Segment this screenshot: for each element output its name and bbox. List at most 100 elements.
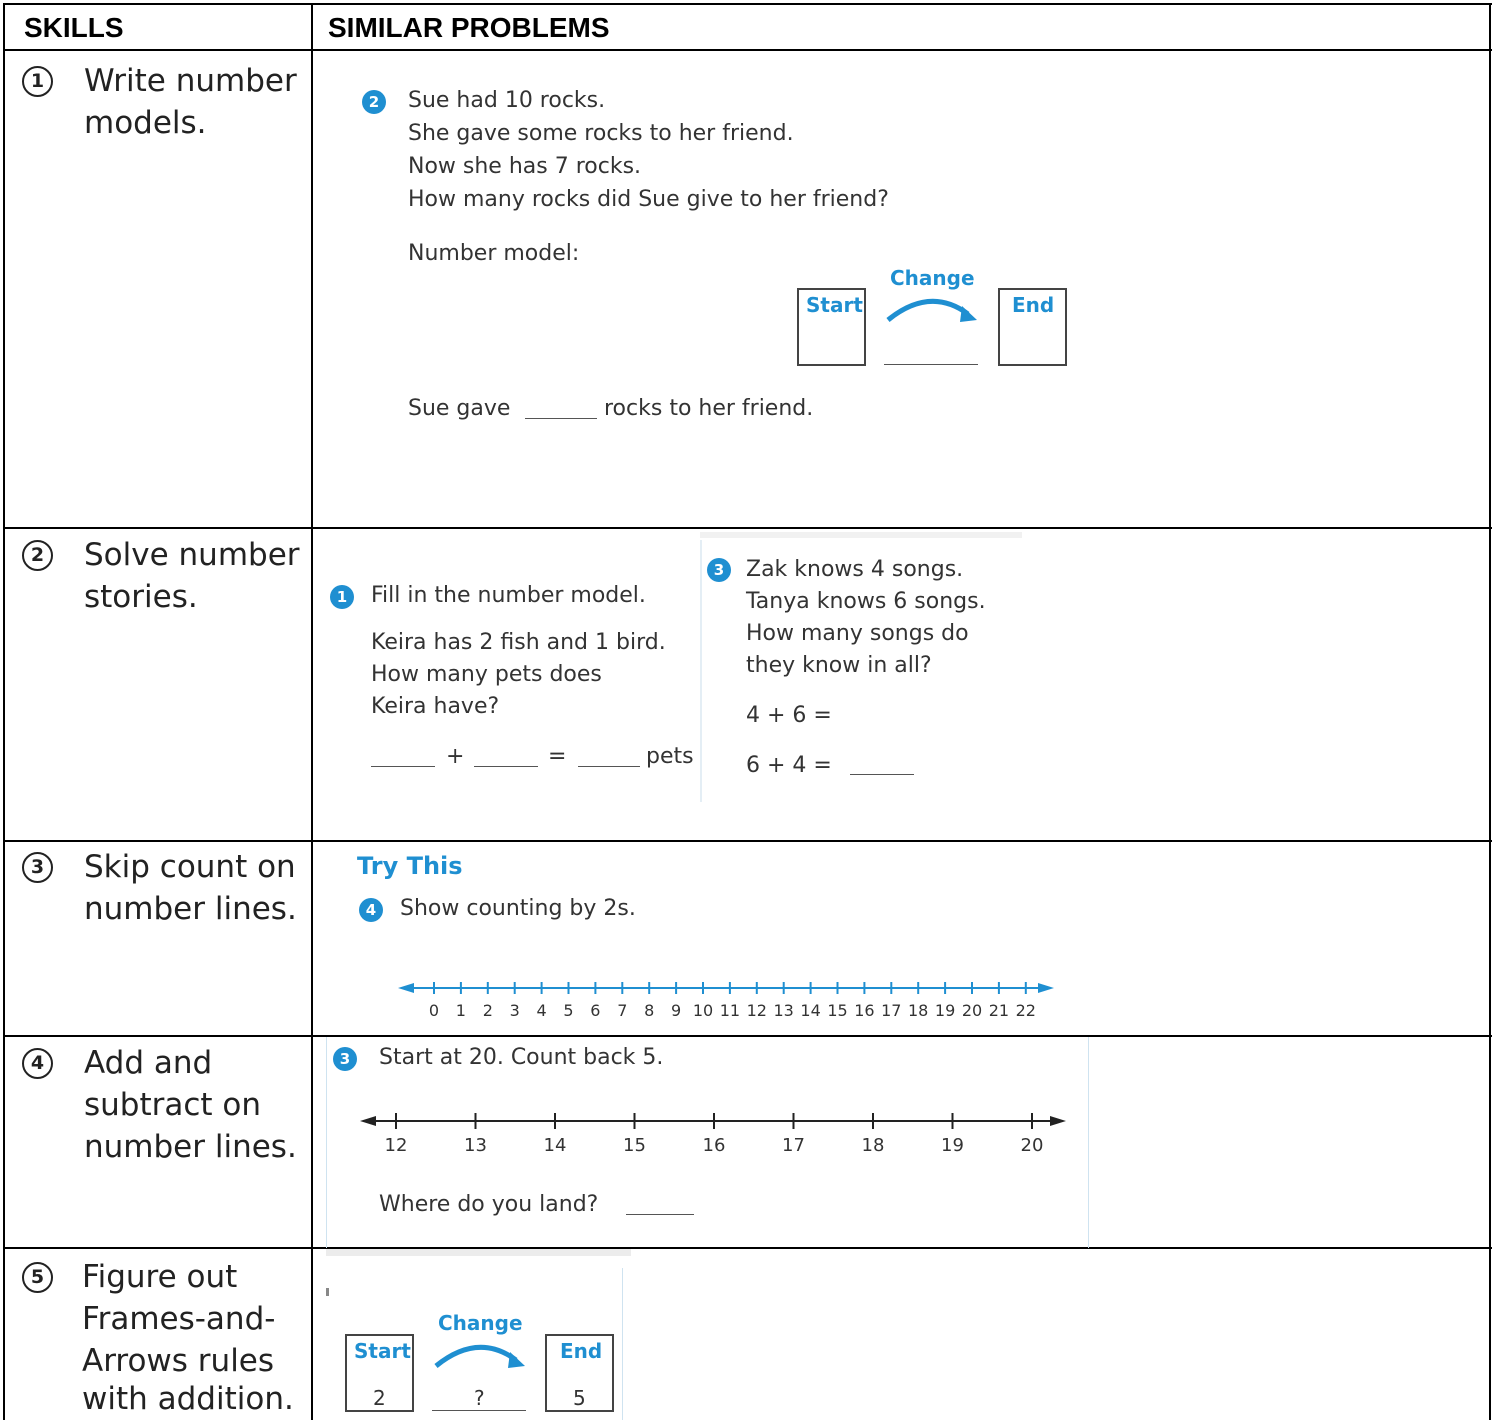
arrowhead-icon <box>1050 1116 1066 1126</box>
problem-number-badge: 4 <box>359 898 383 922</box>
problem-line: How many rocks did Sue give to her frien… <box>408 187 889 212</box>
tick-label: 19 <box>941 1135 964 1156</box>
instruction-text: Fill in the number model. <box>371 583 646 608</box>
problem-number-badge: 1 <box>330 585 354 609</box>
tick-label: 8 <box>644 1001 655 1020</box>
plus-sign: + <box>446 744 465 769</box>
skill-line: subtract on <box>84 1087 262 1123</box>
skills-header: SKILLS <box>24 12 124 43</box>
end-label: End <box>1012 293 1055 317</box>
panel-divider <box>700 540 702 802</box>
skill-line: Arrows rules <box>82 1343 275 1379</box>
tick-label: 12 <box>384 1135 408 1156</box>
start-value: 2 <box>373 1386 386 1410</box>
sum-blank[interactable] <box>578 766 640 767</box>
answer-blank[interactable] <box>626 1214 694 1215</box>
skill-line: with addition. <box>82 1381 294 1417</box>
problem-line: How many pets does <box>371 662 602 687</box>
equation: 4 + 6 = <box>746 703 832 728</box>
question-text: Where do you land? <box>379 1192 599 1217</box>
stray-mark <box>326 1288 329 1296</box>
skill-number: 2 <box>22 540 53 571</box>
end-label: End <box>560 1339 603 1363</box>
problem-number-badge: 3 <box>707 558 731 582</box>
answer-blank[interactable] <box>525 418 597 419</box>
tick-label: 14 <box>800 1001 821 1020</box>
skill-line: number lines. <box>84 1129 297 1165</box>
tick-label: 12 <box>746 1001 767 1020</box>
tick-label: 18 <box>908 1001 929 1020</box>
table-border-right <box>1489 3 1491 1420</box>
change-label: Change <box>438 1311 523 1335</box>
tick-label: 15 <box>827 1001 848 1020</box>
tick-label: 0 <box>428 1001 440 1020</box>
number-model-label: Number model: <box>408 241 580 266</box>
tick-label: 6 <box>590 1001 601 1020</box>
row-divider-2 <box>3 840 1492 842</box>
change-rule-blank[interactable] <box>884 364 978 365</box>
tick-label: 13 <box>464 1135 487 1156</box>
problem-line: Zak knows 4 songs. <box>746 557 964 582</box>
tick-label: 17 <box>782 1135 805 1156</box>
unit-label: pets <box>646 744 694 769</box>
answer-blank[interactable] <box>850 774 914 775</box>
answer-suffix: rocks to her friend. <box>604 396 814 421</box>
problem-line: Keira has 2 fish and 1 bird. <box>371 630 666 655</box>
tick-label: 19 <box>934 1001 956 1020</box>
tick-label: 1 <box>455 1001 466 1020</box>
tick-label: 11 <box>719 1001 741 1020</box>
end-value: 5 <box>573 1386 586 1410</box>
table-border-top <box>3 3 1492 5</box>
arrowhead-icon <box>1038 983 1054 993</box>
instruction-text: Start at 20. Count back 5. <box>379 1045 664 1070</box>
tick-label: 5 <box>563 1001 574 1020</box>
problem-line: they know in all? <box>746 653 932 678</box>
tick-label: 21 <box>988 1001 1010 1020</box>
row-divider-1 <box>3 527 1492 529</box>
skill-line: Solve number <box>84 537 300 573</box>
problem-line: How many songs do <box>746 621 969 646</box>
start-label: Start <box>354 1339 411 1363</box>
problem-line: Sue had 10 rocks. <box>408 88 606 113</box>
column-divider <box>311 3 313 1420</box>
skill-line: Add and <box>84 1045 213 1081</box>
arrowhead-icon <box>398 983 414 993</box>
equation: 6 + 4 = <box>746 753 832 778</box>
skill-line: Skip count on <box>84 849 296 885</box>
problem-number-badge: 3 <box>333 1047 357 1071</box>
number-line-0-22 <box>398 982 1054 994</box>
cropped-panel-right-edge <box>622 1268 623 1420</box>
tick-label: 16 <box>702 1135 726 1156</box>
tick-label: 2 <box>482 1001 493 1020</box>
header-divider <box>3 49 1492 51</box>
skill-number: 3 <box>22 852 53 883</box>
table-border-left <box>3 3 5 1420</box>
skill-number: 5 <box>22 1262 53 1293</box>
tick-label: 20 <box>1020 1135 1044 1156</box>
number-line-12-20 <box>360 1113 1066 1129</box>
change-value: ? <box>474 1386 485 1410</box>
tick-label: 14 <box>543 1135 567 1156</box>
problem-line: Now she has 7 rocks. <box>408 154 642 179</box>
tick-label: 15 <box>623 1135 646 1156</box>
arrow-icon <box>434 1345 525 1368</box>
skill-line: Write number <box>84 63 297 99</box>
skill-line: Frames-and- <box>82 1301 276 1337</box>
cropped-panel-top-edge <box>326 1249 631 1256</box>
tick-label: 10 <box>692 1001 714 1020</box>
arrowhead-icon <box>360 1116 376 1126</box>
start-label: Start <box>806 293 863 317</box>
skill-number: 1 <box>22 66 53 97</box>
addend-blank[interactable] <box>371 766 435 767</box>
problem-line: She gave some rocks to her friend. <box>408 121 794 146</box>
addend-blank[interactable] <box>474 766 538 767</box>
tick-label: 22 <box>1015 1001 1036 1020</box>
equals-sign: = <box>548 744 567 769</box>
skill-line: models. <box>84 105 207 141</box>
problem-number-badge: 2 <box>362 90 386 114</box>
tick-label: 13 <box>773 1001 794 1020</box>
panel-top-edge <box>700 532 1022 538</box>
tick-label: 4 <box>536 1001 547 1020</box>
problem-line: Tanya knows 6 songs. <box>746 589 986 614</box>
answer-prefix: Sue gave <box>408 396 511 421</box>
